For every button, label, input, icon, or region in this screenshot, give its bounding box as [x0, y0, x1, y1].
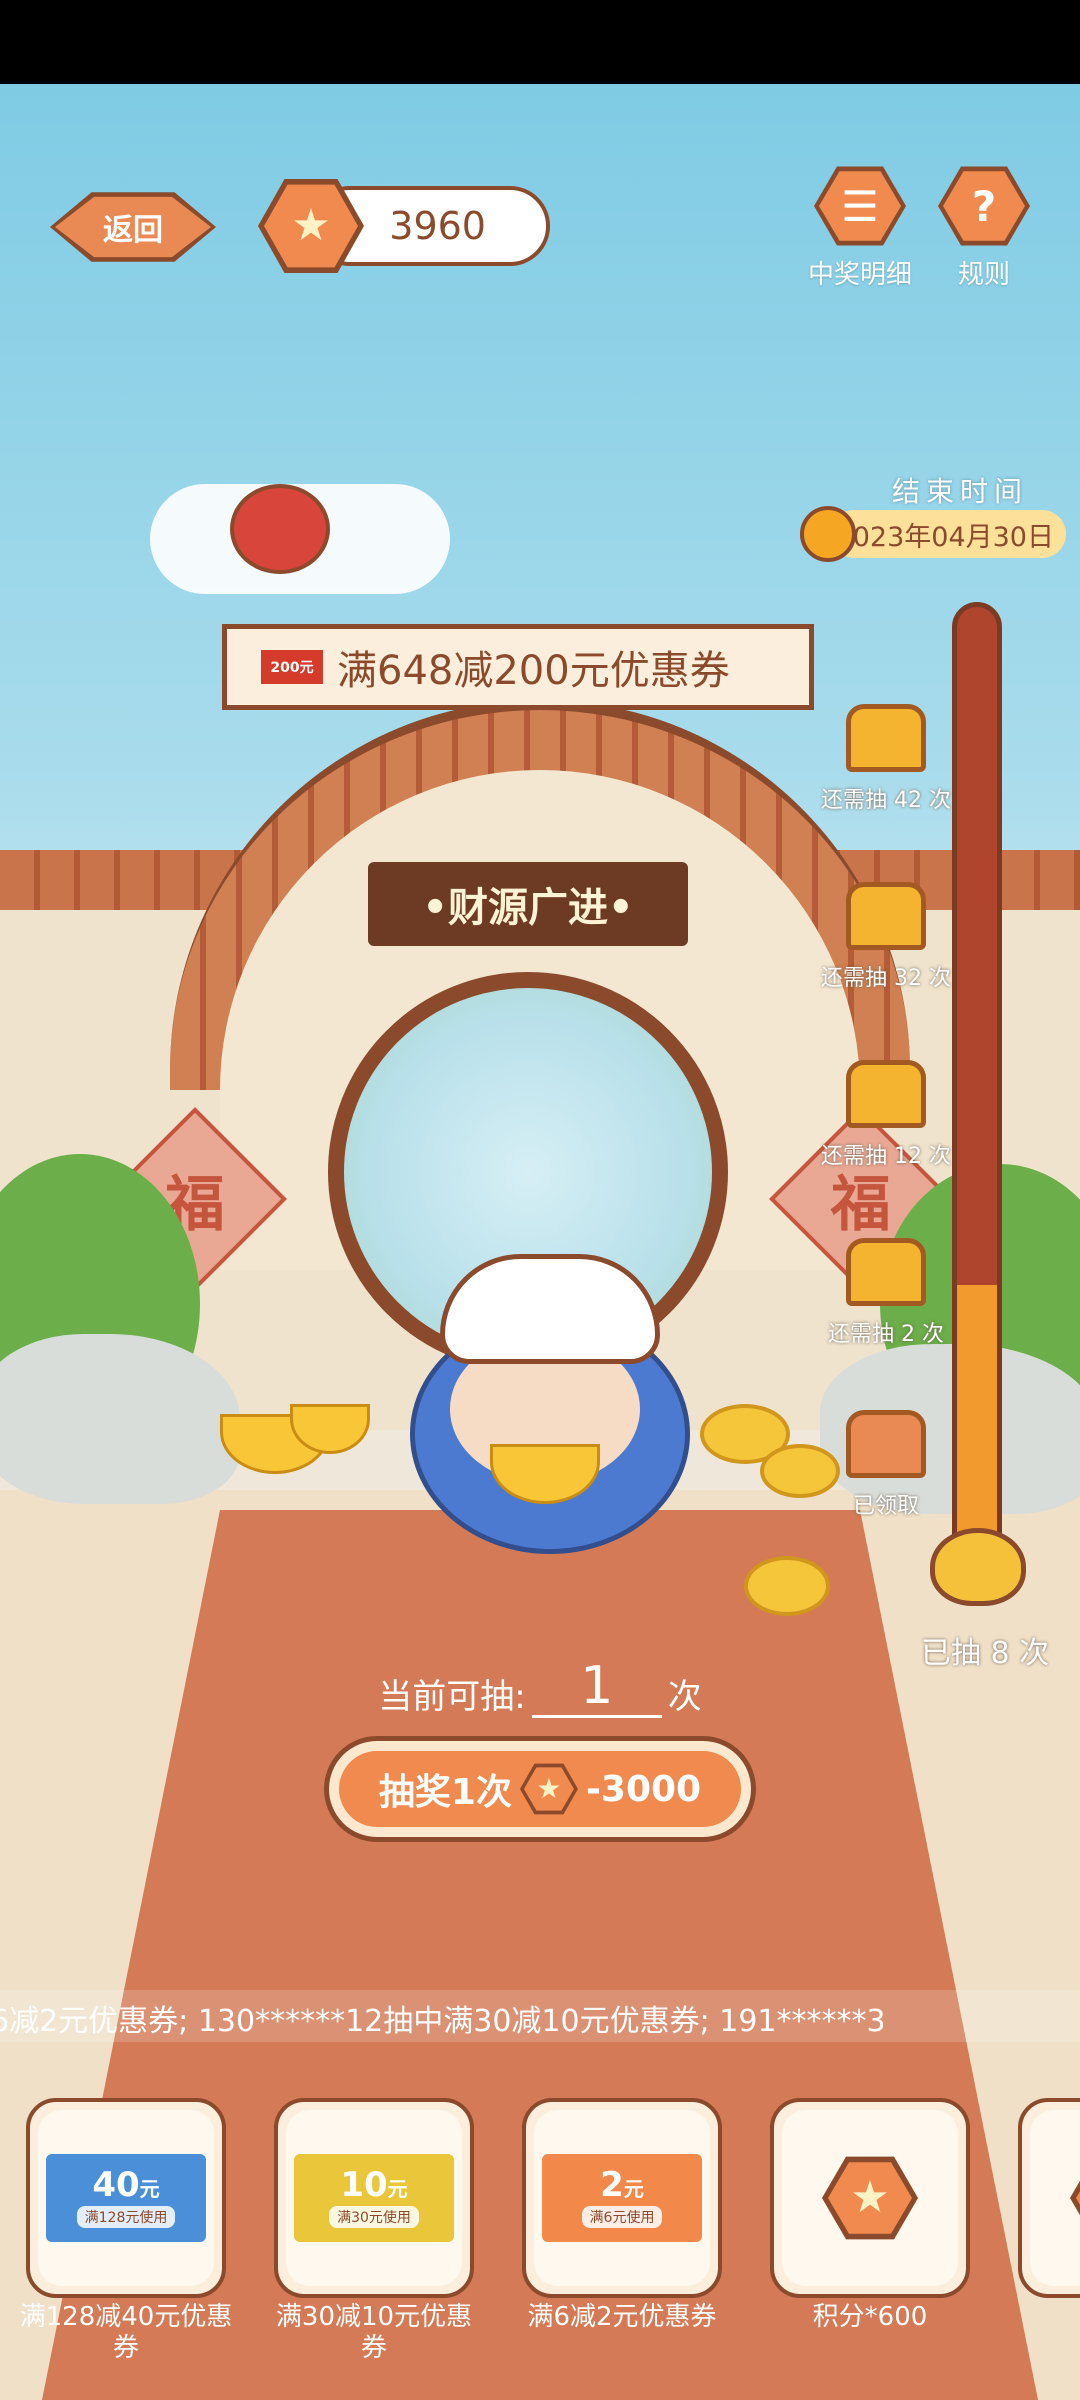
available-suffix: 次 [667, 1677, 702, 1718]
coupon-icon: 2元满6元使用 [542, 2154, 702, 2242]
milestone-label: 还需抽 32 次 [821, 966, 951, 991]
treasure-chest-icon[interactable] [846, 882, 926, 950]
draw-cost: -3000 [585, 1768, 702, 1810]
winners-ticker: 6减2元优惠券; 130******12抽中满30减10元优惠券; 191***… [0, 1990, 1080, 2042]
treasure-chest-icon[interactable] [846, 704, 926, 772]
rules-label[interactable]: 规则 [924, 254, 1044, 291]
treasure-chest-icon[interactable] [846, 1410, 926, 1478]
question-icon: ? [943, 171, 1025, 241]
back-button-label: 返回 [55, 196, 211, 258]
reward-label: 满128减40元优惠券 [19, 2302, 233, 2364]
coupon-amount: 40 [92, 2165, 140, 2205]
coupon-condition: 满6元使用 [581, 2206, 663, 2228]
draw-once-button[interactable]: 抽奖1次 ★ -3000 [324, 1736, 756, 1842]
reward-label: 积分 [1008, 2302, 1080, 2333]
lottery-scene: 福 福 •财源广进• 返回 3960 ★ ☰ 中奖明细 ? 规则 结束时间 20… [0, 84, 1080, 2400]
grand-prize-banner: 200元 满648减200元优惠券 [222, 624, 814, 710]
back-button[interactable]: 返回 [50, 192, 216, 262]
coupon-unit: 元 [387, 2177, 408, 2201]
reward-label: 满6减2元优惠券 [527, 2302, 717, 2332]
progress-bulb [930, 1528, 1026, 1606]
reward-card: ★ [770, 2098, 970, 2298]
available-draws: 当前可抽: 1 次 [300, 1657, 780, 1719]
records-button[interactable]: ☰ [814, 166, 906, 246]
points-icon: ★ [822, 2156, 918, 2240]
reward-card: 2元满6元使用 [522, 2098, 722, 2298]
clock-icon [800, 506, 856, 562]
milestone-label: 还需抽 12 次 [821, 1144, 951, 1169]
lion-dance-mascot [390, 1254, 710, 1584]
status-bar [0, 0, 1080, 84]
available-count: 1 [531, 1657, 662, 1719]
reward-card: 40元满128元使用 [26, 2098, 226, 2298]
end-time-date: 2023年04月30日 [830, 510, 1066, 558]
coupon-amount: 2 [600, 2165, 624, 2205]
treasure-chest-icon[interactable] [846, 1238, 926, 1306]
points-value: 3960 [389, 204, 486, 248]
ticker-text: 6减2元优惠券; 130******12抽中满30减10元优惠券; 191***… [0, 2004, 886, 2039]
cloud-rider [230, 484, 330, 574]
available-prefix: 当前可抽: [378, 1677, 526, 1718]
coupon-condition: 满30元使用 [329, 2206, 419, 2228]
milestone-label: 已领取 [852, 1494, 919, 1519]
rock-left [0, 1334, 240, 1504]
coupon-unit: 元 [139, 2177, 160, 2201]
coin [744, 1556, 830, 1616]
reward-label: 满30减10元优惠券 [275, 2302, 473, 2364]
reward-card: ★ [1018, 2098, 1080, 2298]
points-icon: ★ [1070, 2156, 1080, 2240]
milestone-label: 还需抽 42 次 [821, 788, 951, 813]
coupon-condition: 满128元使用 [76, 2206, 176, 2228]
coupon-amount: 10 [340, 2165, 388, 2205]
draw-button-label: 抽奖1次 [378, 1772, 512, 1813]
treasure-chest-icon[interactable] [846, 1060, 926, 1128]
grand-prize-text: 满648减200元优惠券 [337, 648, 730, 694]
menu-icon: ☰ [819, 171, 901, 241]
points-icon: ★ [519, 1763, 578, 1815]
end-time-title: 结束时间 [891, 475, 1028, 508]
coupon-unit: 元 [623, 2177, 644, 2201]
coupon-icon: 40元满128元使用 [46, 2154, 206, 2242]
rules-button[interactable]: ? [938, 166, 1030, 246]
prize-ticket-icon: 200元 [261, 650, 323, 684]
records-label[interactable]: 中奖明细 [790, 254, 930, 291]
reward-card: 10元满30元使用 [274, 2098, 474, 2298]
milestone-label: 还需抽 2 次 [828, 1322, 944, 1347]
drawn-count: 已抽 8 次 [920, 1636, 1050, 1671]
gate-sign: •财源广进• [368, 862, 688, 946]
reward-label: 积分*600 [812, 2302, 928, 2332]
coupon-icon: 10元满30元使用 [294, 2154, 454, 2242]
star-icon: ★ [291, 200, 331, 251]
